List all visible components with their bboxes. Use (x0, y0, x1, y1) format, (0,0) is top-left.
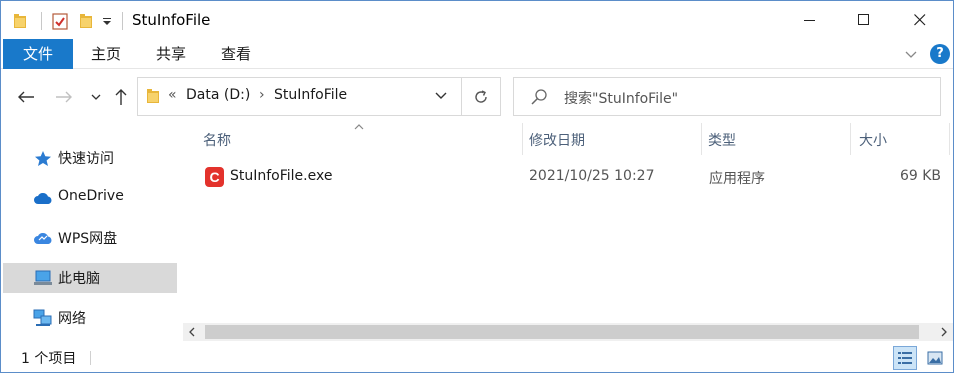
address-dropdown-button[interactable] (434, 90, 448, 106)
column-divider[interactable] (949, 123, 950, 155)
maximize-icon (858, 14, 869, 25)
refresh-icon (475, 89, 487, 103)
file-type: 应用程序 (709, 171, 765, 187)
sidebar-item-label: OneDrive (58, 188, 124, 204)
wps-cloud-icon (33, 230, 53, 246)
tab-home[interactable]: 主页 (81, 39, 131, 69)
file-size: 69 KB (899, 168, 941, 184)
arrow-up-icon (115, 89, 127, 105)
folder-icon (11, 11, 29, 31)
hidden-path-indicator[interactable]: « (168, 87, 177, 103)
arrow-right-icon (56, 91, 72, 103)
tab-share[interactable]: 共享 (146, 39, 196, 69)
column-label: 类型 (708, 133, 736, 149)
column-label: 修改日期 (529, 133, 585, 149)
file-name[interactable]: StuInfoFile.exe (230, 168, 332, 184)
address-bar[interactable]: « Data (D:) › StuInfoFile (137, 77, 462, 116)
status-divider (90, 351, 91, 365)
search-input[interactable]: 搜索"StuInfoFile" (564, 88, 678, 108)
new-folder-icon[interactable] (77, 11, 95, 31)
breadcrumb-drive[interactable]: Data (D:) (186, 87, 250, 103)
help-button[interactable]: ? (930, 44, 950, 64)
sidebar-item-label: 网络 (58, 311, 86, 327)
file-list: 名称 修改日期 类型 大小 C StuInfoFile.exe 2021/10/… (183, 119, 953, 341)
minimize-button[interactable] (783, 1, 837, 39)
computer-icon (33, 270, 53, 286)
column-label: 大小 (859, 133, 887, 149)
horizontal-scrollbar[interactable] (183, 323, 953, 341)
title-divider (122, 12, 123, 30)
toolbar-divider (39, 11, 43, 31)
search-box[interactable]: 搜索"StuInfoFile" (513, 77, 941, 116)
navigation-pane: 快速访问 OneDrive WPS网盘 此电脑 网络 (1, 123, 179, 341)
sidebar-item-network[interactable]: 网络 (3, 303, 177, 333)
sidebar-item-this-pc[interactable]: 此电脑 (3, 263, 177, 293)
scroll-left-button[interactable] (183, 323, 201, 341)
sidebar-item-quick-access[interactable]: 快速访问 (3, 143, 177, 173)
search-icon (530, 88, 548, 110)
scrollbar-thumb[interactable] (205, 325, 919, 339)
chevron-down-icon (91, 94, 101, 100)
tab-view[interactable]: 查看 (211, 39, 261, 69)
column-header-size[interactable]: 大小 (851, 119, 951, 159)
sidebar-item-label: 此电脑 (58, 271, 100, 287)
table-row[interactable]: C StuInfoFile.exe 2021/10/25 10:27 应用程序 … (203, 163, 943, 191)
tab-file[interactable]: 文件 (3, 39, 73, 69)
application-icon: C (205, 167, 224, 187)
explorer-window: StuInfoFile 文件 主页 共享 查看 ? « Data (D:) › … (0, 0, 954, 373)
expand-ribbon-button[interactable] (903, 46, 921, 62)
sidebar-item-label: 快速访问 (58, 151, 114, 167)
chevron-down-icon (435, 92, 447, 99)
refresh-button[interactable] (462, 77, 501, 116)
column-header-modified[interactable]: 修改日期 (523, 119, 701, 159)
close-button[interactable] (893, 1, 947, 39)
cloud-icon (33, 190, 53, 206)
item-count: 1 个项目 (21, 351, 77, 367)
sidebar-item-label: WPS网盘 (58, 231, 118, 247)
large-icons-view-button[interactable] (923, 346, 947, 370)
maximize-button[interactable] (837, 1, 891, 39)
sidebar-item-wps-cloud[interactable]: WPS网盘 (3, 223, 177, 253)
large-icons-view-icon (927, 351, 943, 365)
network-icon (33, 309, 53, 326)
recent-locations-button[interactable] (85, 85, 107, 109)
forward-button[interactable] (53, 85, 75, 109)
chevron-right-icon (941, 327, 947, 337)
chevron-down-icon (905, 51, 917, 58)
status-bar: 1 个项目 (1, 343, 953, 372)
customize-toolbar-icon[interactable] (100, 11, 114, 31)
back-button[interactable] (15, 85, 37, 109)
breadcrumb-separator[interactable]: › (259, 87, 265, 103)
properties-icon[interactable] (51, 11, 69, 31)
title-bar: StuInfoFile (1, 1, 953, 39)
scroll-right-button[interactable] (935, 323, 953, 341)
file-modified: 2021/10/25 10:27 (529, 168, 655, 184)
details-view-icon (898, 352, 912, 364)
column-header-name[interactable]: 名称 (183, 119, 523, 159)
details-view-button[interactable] (893, 346, 917, 370)
ribbon: 文件 主页 共享 查看 ? (1, 39, 953, 69)
column-header-type[interactable]: 类型 (702, 119, 850, 159)
column-label: 名称 (203, 133, 231, 149)
folder-icon (146, 88, 160, 108)
minimize-icon (804, 20, 815, 21)
chevron-left-icon (189, 327, 195, 337)
breadcrumb-folder[interactable]: StuInfoFile (274, 87, 347, 103)
window-title: StuInfoFile (132, 11, 211, 29)
arrow-left-icon (18, 91, 34, 103)
close-icon (914, 14, 926, 26)
sidebar-item-onedrive[interactable]: OneDrive (3, 183, 177, 213)
star-icon (33, 150, 53, 166)
up-button[interactable] (110, 85, 132, 109)
